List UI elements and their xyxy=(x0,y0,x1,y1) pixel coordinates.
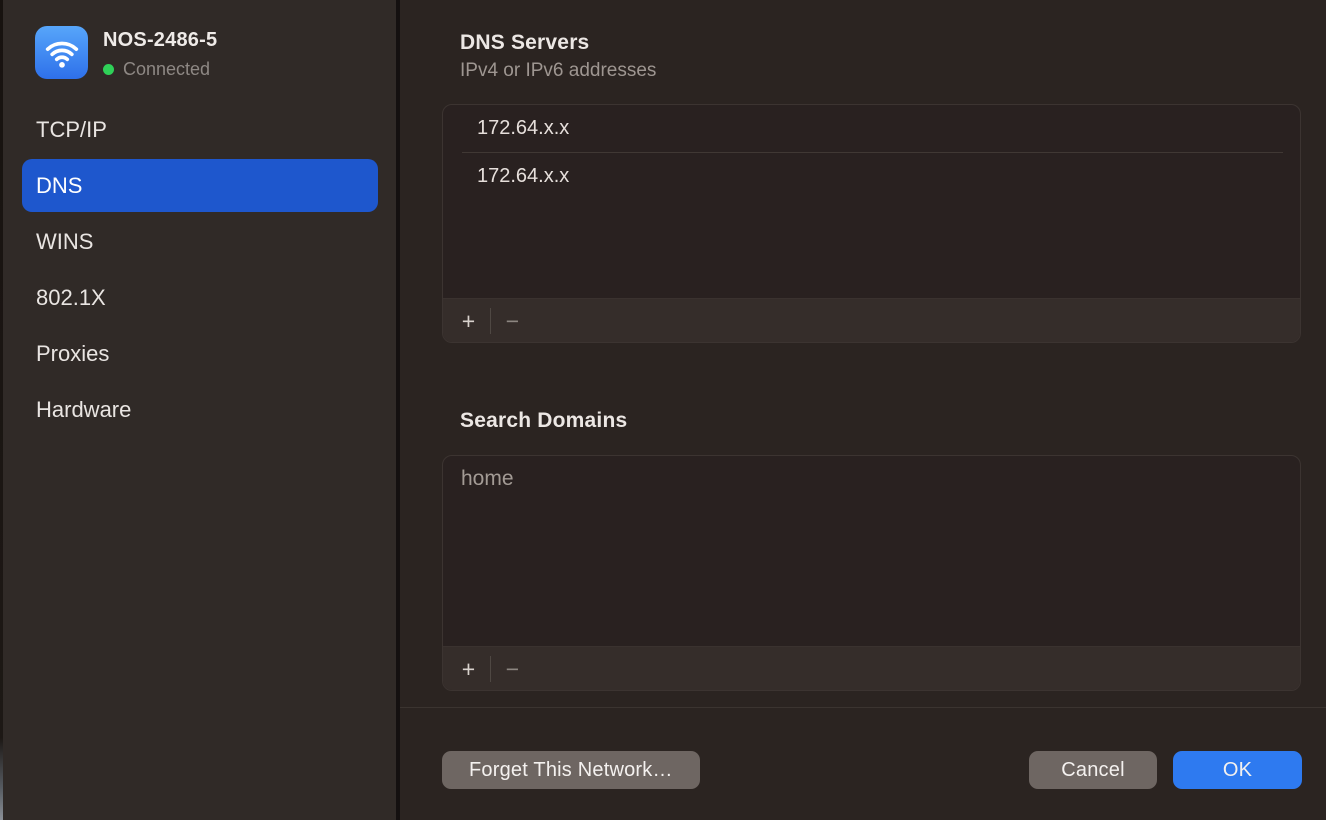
toolbar-divider xyxy=(490,308,491,334)
sidebar-item-proxies[interactable]: Proxies xyxy=(22,327,378,380)
sidebar-item-wins[interactable]: WINS xyxy=(22,215,378,268)
network-status: Connected xyxy=(103,59,217,80)
ok-button[interactable]: OK xyxy=(1173,751,1302,789)
network-details-window: NOS-2486-5 Connected TCP/IP DNS WINS 802… xyxy=(0,0,1326,820)
network-header: NOS-2486-5 Connected xyxy=(0,0,396,80)
footer-divider xyxy=(400,707,1326,708)
toolbar-divider xyxy=(490,656,491,682)
sidebar-item-dns[interactable]: DNS xyxy=(22,159,378,212)
wifi-icon xyxy=(35,26,88,79)
search-domains-title: Search Domains xyxy=(460,409,1326,433)
dns-pane: DNS Servers IPv4 or IPv6 addresses 172.6… xyxy=(400,0,1326,820)
network-meta: NOS-2486-5 Connected xyxy=(103,26,217,80)
remove-dns-server-button[interactable]: − xyxy=(496,304,529,338)
search-domains-list: home + − xyxy=(442,455,1301,691)
dns-servers-toolbar: + − xyxy=(443,298,1300,342)
sidebar-item-8021x[interactable]: 802.1X xyxy=(22,271,378,324)
network-name: NOS-2486-5 xyxy=(103,29,217,52)
connected-label: Connected xyxy=(123,59,210,80)
add-search-domain-button[interactable]: + xyxy=(452,652,485,686)
cancel-button[interactable]: Cancel xyxy=(1029,751,1157,789)
sidebar-nav: TCP/IP DNS WINS 802.1X Proxies Hardware xyxy=(22,103,378,436)
sidebar-item-tcpip[interactable]: TCP/IP xyxy=(22,103,378,156)
add-dns-server-button[interactable]: + xyxy=(452,304,485,338)
dns-server-entry[interactable]: 172.64.x.x xyxy=(443,153,1300,200)
forget-network-button[interactable]: Forget This Network… xyxy=(442,751,700,789)
dns-servers-subtitle: IPv4 or IPv6 addresses xyxy=(460,60,1326,82)
footer-buttons: Forget This Network… Cancel OK xyxy=(442,751,1302,789)
dns-servers-list: 172.64.x.x 172.64.x.x + − xyxy=(442,104,1301,343)
search-domains-toolbar: + − xyxy=(443,646,1300,690)
connected-dot-icon xyxy=(103,64,114,75)
search-domains-rows: home xyxy=(443,456,1300,646)
dns-servers-title: DNS Servers xyxy=(460,31,1326,55)
search-domain-entry[interactable]: home xyxy=(443,456,1300,502)
sidebar-item-hardware[interactable]: Hardware xyxy=(22,383,378,436)
dns-servers-rows: 172.64.x.x 172.64.x.x xyxy=(443,105,1300,298)
sidebar: NOS-2486-5 Connected TCP/IP DNS WINS 802… xyxy=(0,0,400,820)
remove-search-domain-button[interactable]: − xyxy=(496,652,529,686)
window-edge xyxy=(0,0,3,820)
dns-server-entry[interactable]: 172.64.x.x xyxy=(443,105,1300,152)
